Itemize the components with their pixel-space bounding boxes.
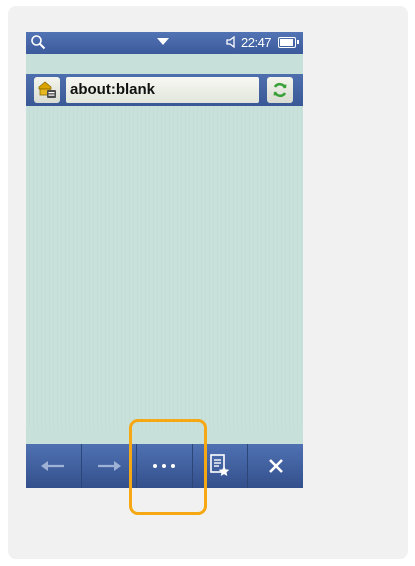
search-icon[interactable] [30, 34, 46, 50]
refresh-button[interactable] [267, 77, 293, 103]
back-arrow-icon [41, 461, 65, 471]
status-bar: 22:47 [26, 32, 303, 54]
back-button[interactable] [26, 444, 82, 488]
volume-icon[interactable] [225, 35, 239, 49]
highlight-box [129, 419, 207, 515]
refresh-icon [273, 82, 287, 98]
close-icon [268, 459, 283, 473]
page-content[interactable] [26, 106, 303, 428]
url-field[interactable]: about:blank [66, 77, 259, 103]
close-button[interactable] [248, 444, 303, 488]
bookmarks-icon [210, 454, 230, 476]
battery-icon [278, 37, 299, 48]
forward-arrow-icon [97, 461, 121, 471]
clock-time: 22:47 [241, 35, 272, 50]
address-bar: about:blank [26, 74, 303, 106]
home-folder-icon [38, 81, 56, 98]
home-button[interactable] [34, 77, 60, 103]
battery-level [280, 39, 293, 46]
dropdown-arrow-icon[interactable] [157, 38, 169, 45]
